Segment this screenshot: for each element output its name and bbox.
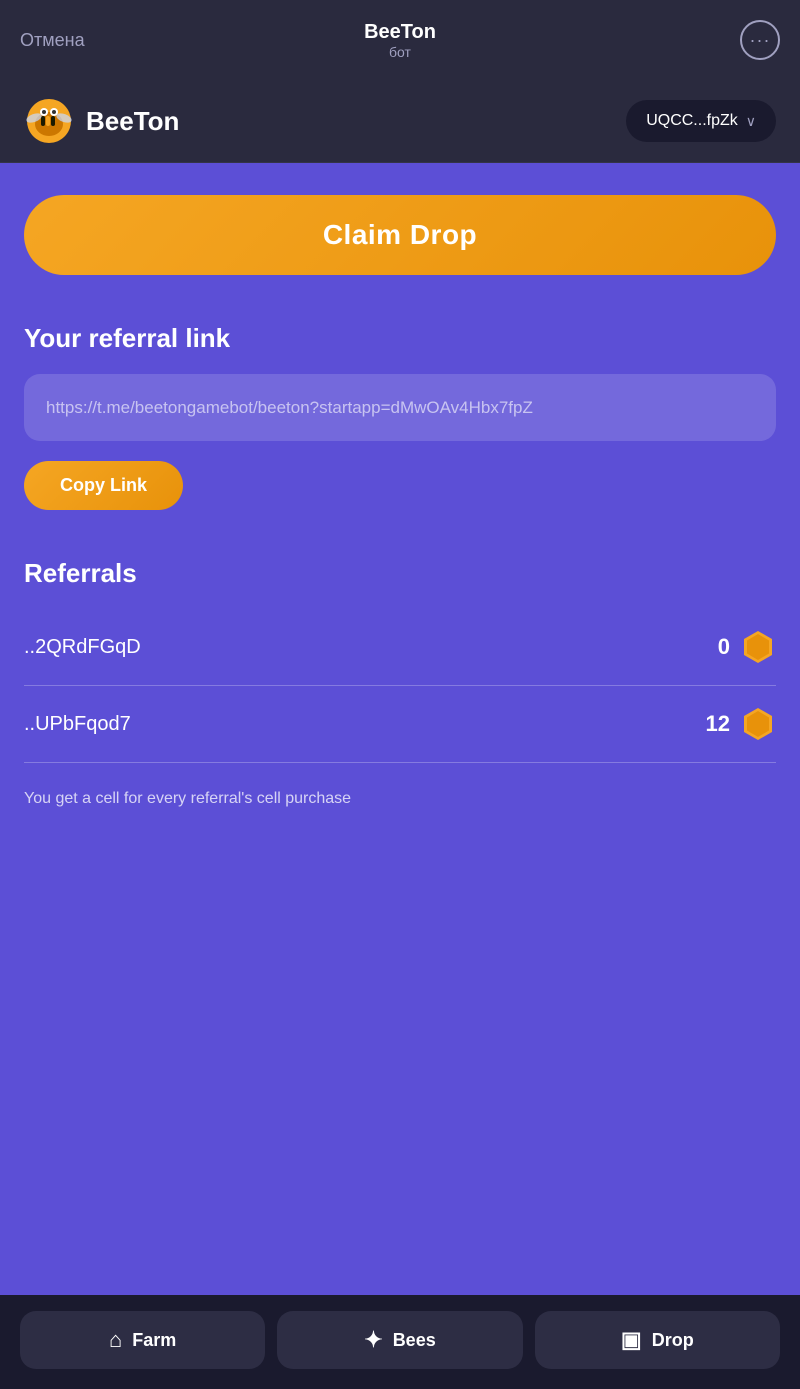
hex-coin-icon-2 (740, 706, 776, 742)
hex-coin-icon-1 (740, 629, 776, 665)
referrals-section: Referrals ..2QRdFGqD 0 ..UPbFqod7 12 (24, 558, 776, 763)
referral-link-title: Your referral link (24, 323, 776, 354)
app-header: BeeTon UQCC...fpZk ∨ (0, 80, 800, 163)
claim-drop-button[interactable]: Claim Drop (24, 195, 776, 275)
farm-icon: ⌂ (109, 1327, 122, 1353)
farm-label: Farm (132, 1330, 176, 1351)
referral-link-text: https://t.me/beetongamebot/beeton?starta… (46, 398, 533, 417)
info-text: You get a cell for every referral's cell… (24, 787, 776, 811)
referral-link-box: https://t.me/beetongamebot/beeton?starta… (24, 374, 776, 441)
referral-count-2: 12 (706, 711, 730, 737)
bees-label: Bees (393, 1330, 436, 1351)
main-content: Claim Drop Your referral link https://t.… (0, 163, 800, 1295)
drop-icon: ▣ (621, 1327, 642, 1353)
top-bar: Отмена BeeTon бот ··· (0, 0, 800, 80)
top-bar-subtitle: бот (364, 44, 436, 60)
table-row: ..UPbFqod7 12 (24, 686, 776, 763)
table-row: ..2QRdFGqD 0 (24, 609, 776, 686)
drop-label: Drop (652, 1330, 694, 1351)
bees-nav-button[interactable]: ✦ Bees (277, 1311, 522, 1369)
menu-button[interactable]: ··· (740, 20, 780, 60)
referral-count-1: 0 (718, 634, 730, 660)
top-bar-center: BeeTon бот (364, 21, 436, 60)
wallet-button[interactable]: UQCC...fpZk ∨ (626, 100, 776, 142)
bottom-nav: ⌂ Farm ✦ Bees ▣ Drop (0, 1295, 800, 1389)
content-spacer (24, 811, 776, 1091)
farm-nav-button[interactable]: ⌂ Farm (20, 1311, 265, 1369)
cancel-button[interactable]: Отмена (20, 30, 85, 51)
bee-logo-icon (24, 96, 74, 146)
bees-icon: ✦ (364, 1327, 382, 1353)
drop-nav-button[interactable]: ▣ Drop (535, 1311, 780, 1369)
app-brand: BeeTon (24, 96, 179, 146)
referral-name-2: ..UPbFqod7 (24, 713, 131, 736)
chevron-down-icon: ∨ (746, 113, 756, 130)
referral-value-1: 0 (718, 629, 776, 665)
referral-value-2: 12 (706, 706, 776, 742)
wallet-address: UQCC...fpZk (646, 112, 738, 130)
top-bar-title: BeeTon (364, 21, 436, 44)
referral-name-1: ..2QRdFGqD (24, 636, 141, 659)
app-name-label: BeeTon (86, 106, 179, 137)
referrals-title: Referrals (24, 558, 776, 589)
copy-link-button[interactable]: Copy Link (24, 461, 183, 510)
